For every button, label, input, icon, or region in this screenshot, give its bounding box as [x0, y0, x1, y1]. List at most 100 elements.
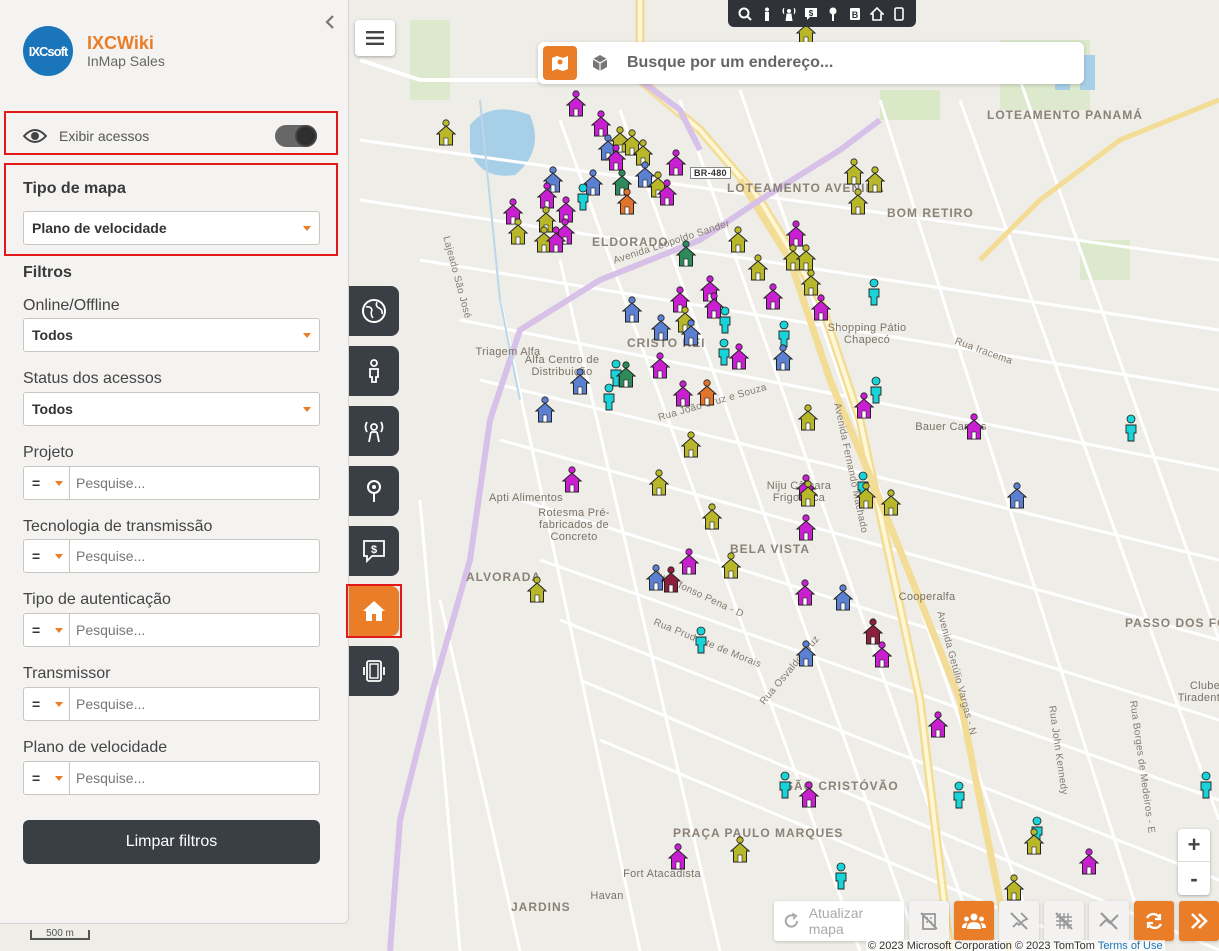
clients-layer-button[interactable] [954, 901, 994, 941]
transmission-tech-search-input[interactable] [70, 539, 320, 573]
house-marker-icon[interactable] [656, 179, 678, 207]
house-marker-icon[interactable] [1006, 482, 1028, 510]
person-marker-icon[interactable] [1195, 771, 1217, 799]
house-marker-icon[interactable] [680, 431, 702, 459]
speed-plan-operator-select[interactable]: = [23, 761, 70, 795]
house-marker-icon[interactable] [795, 514, 817, 542]
house-marker-icon[interactable] [832, 584, 854, 612]
person-marker-icon[interactable] [714, 306, 736, 334]
access-status-select[interactable]: Todos [23, 392, 320, 426]
house-marker-icon[interactable] [880, 489, 902, 517]
house-marker-icon[interactable] [650, 314, 672, 342]
auto-refresh-button[interactable] [1134, 901, 1174, 941]
money-chat-icon[interactable]: $ [804, 7, 818, 21]
house-marker-icon[interactable] [649, 352, 671, 380]
person-marker-icon[interactable] [598, 383, 620, 411]
person-marker-icon[interactable] [948, 781, 970, 809]
address-search-input[interactable] [627, 54, 1084, 72]
online-offline-select[interactable]: Todos [23, 318, 320, 352]
house-marker-icon[interactable] [526, 576, 548, 604]
transmitter-operator-select[interactable]: = [23, 687, 70, 721]
house-marker-icon[interactable] [545, 226, 567, 254]
house-marker-icon[interactable] [728, 343, 750, 371]
house-marker-icon[interactable] [747, 254, 769, 282]
house-marker-icon[interactable] [660, 566, 682, 594]
house-marker-icon[interactable] [1003, 874, 1025, 902]
map-search-mode-button[interactable] [543, 46, 577, 80]
house-marker-icon[interactable] [762, 283, 784, 311]
house-marker-icon[interactable] [1023, 828, 1045, 856]
pin-tool-button[interactable] [349, 466, 399, 516]
house-marker-icon[interactable] [561, 466, 583, 494]
house-marker-icon[interactable] [794, 579, 816, 607]
house-marker-icon[interactable] [565, 90, 587, 118]
house-marker-icon[interactable] [798, 781, 820, 809]
no-lines-button[interactable] [1089, 901, 1129, 941]
person-marker-icon[interactable] [690, 626, 712, 654]
house-marker-icon[interactable] [800, 269, 822, 297]
router-icon[interactable] [892, 6, 906, 21]
house-marker-icon[interactable] [1078, 848, 1100, 876]
speed-plan-search-input[interactable] [70, 761, 320, 795]
person-tool-button[interactable] [349, 346, 399, 396]
house-marker-icon[interactable] [795, 244, 817, 272]
house-marker-icon[interactable] [667, 843, 689, 871]
collapse-sidebar-chevron-icon[interactable] [324, 14, 340, 32]
tower-tool-button[interactable] [349, 406, 399, 456]
house-marker-icon[interactable] [720, 552, 742, 580]
search-icon[interactable] [738, 7, 752, 21]
house-marker-icon[interactable] [843, 158, 865, 186]
person-icon[interactable] [760, 7, 774, 21]
house-marker-icon[interactable] [616, 188, 638, 216]
house-marker-icon[interactable] [605, 144, 627, 172]
person-marker-icon[interactable] [774, 771, 796, 799]
project-search-input[interactable] [70, 466, 320, 500]
house-marker-icon[interactable] [847, 188, 869, 216]
sales-tool-button[interactable]: $ [349, 526, 399, 576]
transmitter-search-input[interactable] [70, 687, 320, 721]
house-marker-icon[interactable] [795, 640, 817, 668]
house-marker-icon[interactable] [701, 503, 723, 531]
zoom-out-button[interactable]: - [1178, 862, 1210, 895]
house-marker-icon[interactable] [534, 396, 556, 424]
expand-panel-button[interactable] [1179, 901, 1219, 941]
coordinate-search-mode-button[interactable] [583, 46, 617, 80]
auth-type-operator-select[interactable]: = [23, 613, 70, 647]
person-marker-icon[interactable] [1120, 414, 1142, 442]
building-icon[interactable]: B [848, 7, 862, 21]
clear-filters-button[interactable]: Limpar filtros [23, 820, 320, 864]
menu-button[interactable] [355, 20, 395, 56]
no-buildings-button[interactable] [909, 901, 949, 941]
house-marker-icon[interactable] [648, 469, 670, 497]
antenna-person-icon[interactable] [782, 7, 796, 21]
house-marker-icon[interactable] [772, 344, 794, 372]
house-marker-icon[interactable] [435, 119, 457, 147]
house-marker-icon[interactable] [672, 380, 694, 408]
house-marker-icon[interactable] [569, 368, 591, 396]
project-operator-select[interactable]: = [23, 466, 70, 500]
house-marker-icon[interactable] [675, 240, 697, 268]
person-marker-icon[interactable] [830, 862, 852, 890]
house-marker-icon[interactable] [853, 392, 875, 420]
house-marker-icon[interactable] [810, 294, 832, 322]
map-type-select[interactable]: Plano de velocidade [23, 211, 320, 245]
person-marker-icon[interactable] [863, 278, 885, 306]
show-access-toggle[interactable] [275, 125, 317, 147]
refresh-map-button[interactable]: Atualizar mapa [774, 901, 904, 941]
house-marker-icon[interactable] [507, 218, 529, 246]
house-marker-icon[interactable] [696, 379, 718, 407]
house-marker-icon[interactable] [797, 404, 819, 432]
house-marker-icon[interactable] [680, 319, 702, 347]
terms-of-use-link[interactable]: Terms of Use [1098, 940, 1163, 951]
device-tool-button[interactable] [349, 646, 399, 696]
house-marker-icon[interactable] [927, 711, 949, 739]
house-marker-icon[interactable] [871, 641, 893, 669]
no-grid-button[interactable] [1044, 901, 1084, 941]
globe-tool-button[interactable] [349, 286, 399, 336]
zoom-in-button[interactable]: + [1178, 829, 1210, 862]
house-marker-icon[interactable] [727, 226, 749, 254]
transmission-tech-operator-select[interactable]: = [23, 539, 70, 573]
house-marker-icon[interactable] [729, 836, 751, 864]
map-pin-icon[interactable] [826, 7, 840, 21]
auth-type-search-input[interactable] [70, 613, 320, 647]
